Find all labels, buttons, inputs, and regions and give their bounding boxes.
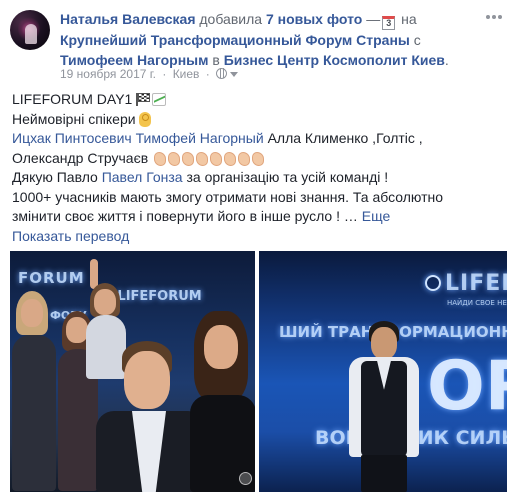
- right-logo-text: LIFEFORUM: [445, 271, 507, 296]
- post-header: Наталья Валевская добавила 7 новых фото …: [60, 11, 449, 68]
- translate-line: Показать перевод: [12, 227, 497, 247]
- woman-in-black: [186, 311, 255, 492]
- mention-link-1[interactable]: Ицхак Пинтосевич: [12, 130, 132, 146]
- mention-link-2[interactable]: Тимофей Нагорный: [136, 130, 264, 146]
- photo-left[interactable]: FORUM # LIFEFORUM ФОРУ: [10, 251, 255, 492]
- post-city-link[interactable]: Киев: [173, 67, 200, 81]
- mention-link-3[interactable]: Павел Гонза: [102, 169, 183, 185]
- calendar-icon: 3: [382, 16, 396, 30]
- clapping-hands-icon: [196, 151, 209, 166]
- clapping-hands-icon: [210, 151, 223, 166]
- post-message: LIFEFORUM DAY1 Неймовірні спікери Ицхак …: [12, 90, 497, 246]
- message-line-4: Олександр Стручаєв: [12, 149, 497, 169]
- chart-increasing-icon: [152, 93, 167, 106]
- clapping-hands-icon: [224, 151, 237, 166]
- clapping-hands-icon: [252, 151, 265, 166]
- author-avatar[interactable]: [10, 10, 50, 50]
- caret-down-icon[interactable]: [230, 72, 239, 77]
- show-translation-link[interactable]: Показать перевод: [12, 228, 129, 244]
- post-date-link[interactable]: 19 ноября 2017 г.: [60, 67, 156, 81]
- author-name-link[interactable]: Наталья Валевская: [60, 11, 196, 27]
- event-link[interactable]: Крупнейший Трансформационный Форум Стран…: [60, 32, 410, 48]
- message-line-1: LIFEFORUM DAY1: [12, 90, 497, 110]
- right-subtitle: НАЙДИ СВОЕ НЕЧТО: [447, 299, 507, 307]
- post-meta: 19 ноября 2017 г. · Киев ·: [60, 66, 239, 82]
- left-sign-forum: FORUM: [18, 269, 85, 287]
- message-line-5: Дякую Павло Павел Гонза за організацію т…: [12, 169, 389, 185]
- speaker-on-stage: [343, 321, 423, 492]
- message-line-3: Ицхак Пинтосевич Тимофей Нагорный Алла К…: [12, 130, 423, 146]
- right-big-letters: OR: [427, 347, 507, 426]
- clapping-hands-icon: [238, 151, 251, 166]
- clapping-hands-icon: [182, 151, 195, 166]
- ok-hand-icon: [138, 111, 151, 127]
- globe-icon[interactable]: [216, 68, 228, 79]
- chequered-flag-icon: [135, 93, 151, 106]
- location-link[interactable]: Бизнес Центр Космополит Киев: [224, 52, 445, 68]
- clapping-hands-icon: [154, 151, 167, 166]
- at-word: на: [401, 11, 417, 27]
- see-more-link[interactable]: Еще: [362, 208, 391, 224]
- clapping-hands-icon: [168, 151, 181, 166]
- photos-count-link[interactable]: 7 новых фото: [266, 11, 362, 27]
- facebook-post: Наталья Валевская добавила 7 новых фото …: [0, 0, 507, 492]
- action-text: добавила: [199, 11, 263, 27]
- background-person: [12, 291, 56, 491]
- photo-right[interactable]: LIFEFORUM НАЙДИ СВОЕ НЕЧТО ШИЙ ТРАНСФОРМ…: [259, 251, 507, 492]
- photo-tag-icon[interactable]: [239, 472, 252, 485]
- with-word: с: [413, 32, 421, 48]
- message-line-6: 1000+ учасників мають змогу отримати нов…: [12, 188, 444, 205]
- message-line-2: Неймовірні спікери: [12, 110, 497, 130]
- dash-text: —: [366, 11, 381, 27]
- more-options-icon[interactable]: [486, 12, 502, 22]
- message-line-7: змінити своє життя і повернути його в ін…: [12, 208, 391, 224]
